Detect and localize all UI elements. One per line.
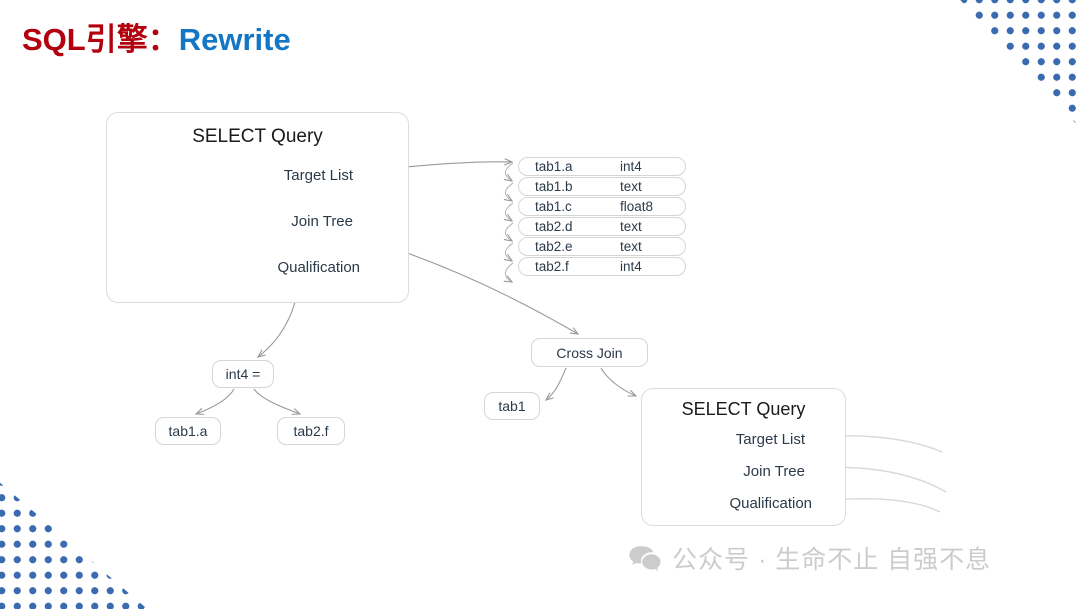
query-field-join-tree[interactable]: Join Tree [291, 213, 353, 230]
column-type: int4 [620, 159, 642, 174]
query-field-target-list[interactable]: Target List [284, 167, 353, 184]
column-type: float8 [620, 199, 654, 214]
column-type: text [620, 239, 642, 254]
select-query-title: SELECT Query [681, 399, 806, 419]
edge-pill-4-5 [505, 222, 514, 241]
node-int4-equals[interactable]: int4 = [212, 360, 274, 388]
node-tab2-f[interactable]: tab2.f [277, 417, 345, 445]
query-field-qualification[interactable]: Qualification [277, 259, 360, 276]
query-field-target-list[interactable]: Target List [736, 431, 805, 448]
select-query-title: SELECT Query [192, 126, 323, 147]
column-name: tab1.c [535, 199, 572, 214]
column-name: tab2.f [535, 259, 569, 274]
edge-pill-6-end [505, 262, 514, 282]
node-cross-join[interactable]: Cross Join [531, 338, 648, 367]
select-query-box-outer[interactable]: SELECT Query Target List Join Tree Quali… [106, 112, 409, 303]
target-list-item[interactable]: tab2.f int4 [518, 257, 686, 276]
target-list-item[interactable]: tab1.c float8 [518, 197, 686, 216]
column-type: text [620, 179, 642, 194]
watermark-text: 公众号 · 生命不止 自强不息 [672, 546, 992, 574]
target-list-item[interactable]: tab2.e text [518, 237, 686, 256]
target-list-pill-stack: tab1.a int4 tab1.b text tab1.c float8 ta… [518, 157, 686, 277]
node-tab1-a[interactable]: tab1.a [155, 417, 221, 445]
edge-pill-5-6 [505, 242, 514, 261]
column-type: text [620, 219, 642, 234]
query-field-join-tree[interactable]: Join Tree [743, 463, 805, 480]
edge-pill-1-2 [505, 162, 514, 181]
edge-int4eq-to-tab2f [253, 388, 300, 414]
edge-crossjoin-to-tab1 [546, 367, 567, 400]
edge-int4eq-to-tab1a [196, 388, 235, 414]
target-list-item[interactable]: tab1.b text [518, 177, 686, 196]
node-tab1[interactable]: tab1 [484, 392, 540, 420]
column-name: tab2.d [535, 219, 573, 234]
query-field-qualification[interactable]: Qualification [729, 495, 812, 512]
select-query-box-inner[interactable]: SELECT Query Target List Join Tree Quali… [641, 388, 846, 526]
edge-crossjoin-to-query2 [600, 367, 636, 396]
column-name: tab1.a [535, 159, 573, 174]
column-name: tab2.e [535, 239, 573, 254]
wechat-icon [629, 546, 661, 571]
column-type: int4 [620, 259, 642, 274]
column-name: tab1.b [535, 179, 573, 194]
target-list-item[interactable]: tab1.a int4 [518, 157, 686, 176]
watermark: 公众号 · 生命不止 自强不息 [628, 540, 991, 576]
edge-pill-3-4 [505, 202, 514, 221]
target-list-item[interactable]: tab2.d text [518, 217, 686, 236]
edge-pill-2-3 [505, 182, 514, 201]
